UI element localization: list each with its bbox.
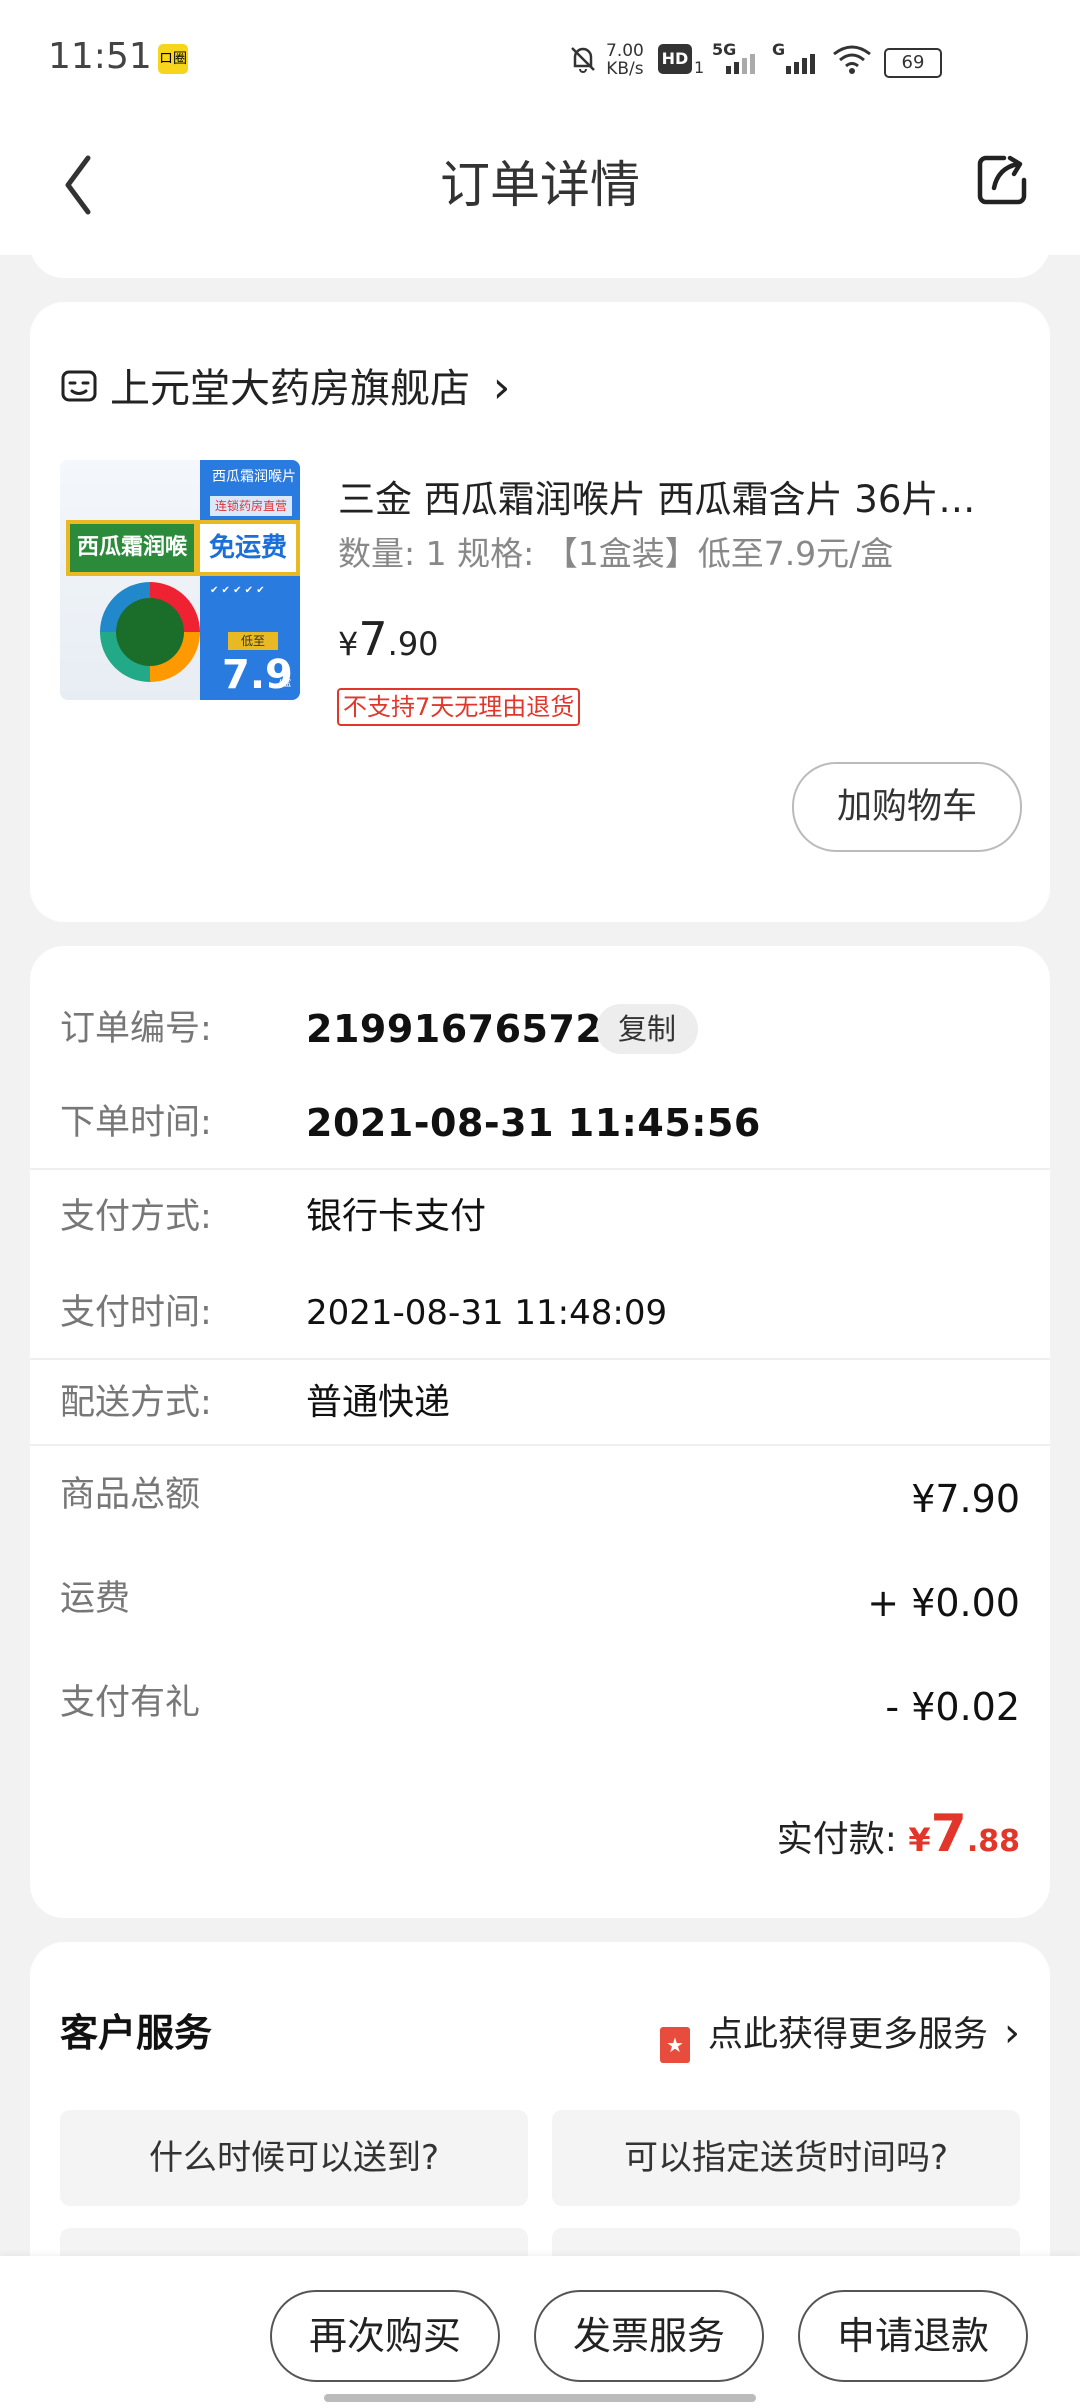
paid-int: 7 [930,1804,967,1864]
chevron-right-icon: › [492,362,511,413]
price-symbol: ¥ [338,625,359,663]
signal-g-icon [786,54,815,74]
product-spec: 数量: 1 规格: 【1盒装】低至7.9元/盒 [338,534,894,573]
wifi-icon [833,45,871,74]
delivery-method-value: 普通快递 [306,1382,451,1423]
paid-amount: 实付款: ¥7.88 [777,1804,1020,1872]
add-to-cart-button[interactable]: 加购物车 [792,762,1022,852]
mute-bell-icon [571,47,595,73]
net-speed-value: 7.00 [606,41,644,61]
subtotal-label: 商品总额 [60,1475,201,1515]
payment-gift-value: - ¥0.02 [885,1685,1020,1729]
no-return-badge: 不支持7天无理由退货 [337,688,581,726]
buy-again-button[interactable]: 再次购买 [270,2290,500,2382]
paid-dec: .88 [966,1824,1020,1859]
signal-5g-icon [726,54,755,74]
payment-time-value: 2021-08-31 11:48:09 [306,1293,668,1333]
bookmark-star-icon: ★ [659,2027,690,2063]
image-free-shipping-text: 免运费 [200,524,296,572]
copy-button[interactable]: 复制 [596,1004,698,1054]
order-number-label: 订单编号: [60,1009,212,1049]
net-speed-unit: KB/s [606,59,644,79]
chevron-right-icon: › [1004,2010,1020,2056]
share-icon[interactable] [974,152,1030,208]
payment-method-value: 银行卡支付 [306,1196,487,1237]
paid-symbol: ¥ [908,1821,931,1859]
faq-specify-time[interactable]: 可以指定送货时间吗? [552,2110,1020,2206]
home-indicator[interactable] [324,2394,756,2402]
hd-icon: HD [658,44,692,74]
price-int: 7 [358,612,388,666]
payment-method-label: 支付方式: [60,1197,212,1237]
request-refund-button[interactable]: 申请退款 [798,2290,1028,2382]
battery-icon: 69 [884,48,942,78]
customer-service-title: 客户服务 [60,2011,213,2055]
order-number-value: 219916765726 [306,1007,630,1051]
product-image[interactable]: 西瓜霜润喉片 西瓜霜润喉 免运费 连锁药房直营 ✔ ✔ ✔ ✔ ✔ 低至 7.9… [60,460,300,700]
product-title[interactable]: 三金 西瓜霜润喉片 西瓜霜含片 36片… [338,474,1018,526]
more-services-text: 点此获得更多服务 [707,2015,988,2055]
image-top-text: 西瓜霜润喉片 [212,469,296,485]
net-speed: 7.00 KB/s [606,42,644,78]
payment-gift-label: 支付有礼 [60,1683,201,1723]
order-time-value: 2021-08-31 11:45:56 [306,1101,761,1145]
shop-icon [61,370,97,402]
paid-label: 实付款: [776,1819,897,1860]
divider [30,1444,1050,1446]
price-dec: .90 [387,625,439,663]
previous-card [30,220,1050,278]
image-brand-text: 西瓜霜润喉 [70,524,194,572]
image-low-text: 低至 [228,632,278,650]
page-title: 订单详情 [440,156,640,214]
image-unit-text: /盒 [278,678,292,689]
order-time-label: 下单时间: [60,1103,212,1143]
order-info-card [30,946,1050,1918]
more-services-link[interactable]: ★ 点此获得更多服务 › [659,2006,1020,2063]
delivery-method-label: 配送方式: [60,1383,212,1423]
sim1-label: 1 [694,58,705,77]
divider [30,1358,1050,1360]
shipping-fee-label: 运费 [60,1579,131,1619]
shop-name-text: 上元堂大药房旗舰店 [110,366,470,412]
image-sub-text: 连锁药房直营 [210,496,292,516]
product-price: ¥7.90 [338,612,439,666]
subtotal-value: ¥7.90 [911,1477,1020,1521]
divider [30,1168,1050,1170]
status-time: 11:51 [48,36,152,77]
faq-delivery-time[interactable]: 什么时候可以送到? [60,2110,528,2206]
payment-time-label: 支付时间: [60,1293,212,1333]
app-notification-icon: ロ圈 [158,44,188,74]
shop-name[interactable]: 上元堂大药房旗舰店 › [110,360,510,417]
shipping-fee-value: + ¥0.00 [867,1581,1020,1625]
invoice-service-button[interactable]: 发票服务 [534,2290,764,2382]
